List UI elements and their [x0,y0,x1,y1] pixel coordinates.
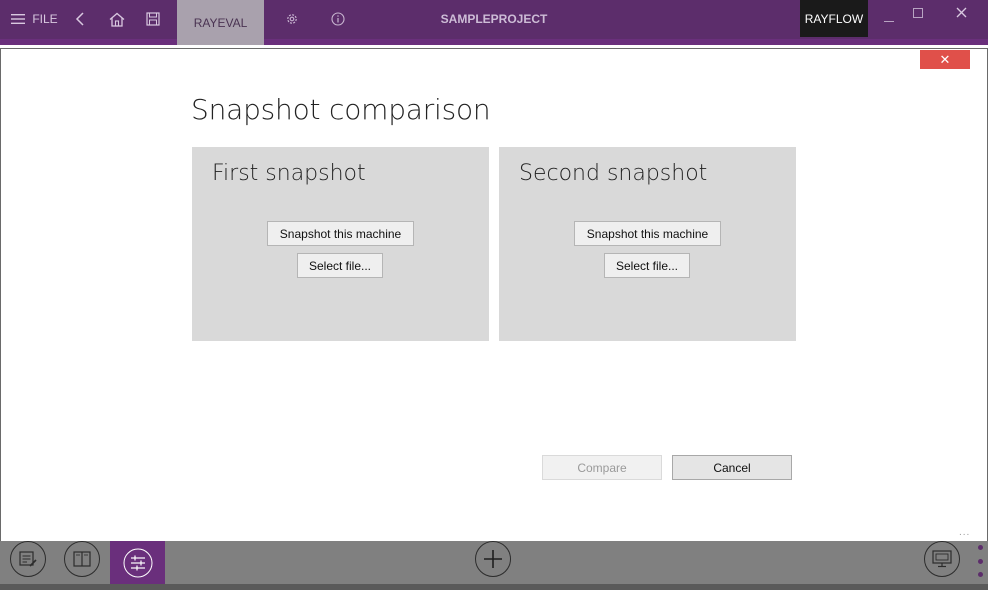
monitor-icon [932,550,952,568]
compare-icon [123,548,152,577]
save-button[interactable] [143,0,163,38]
menu-icon [11,14,25,24]
book-icon [73,551,91,567]
bottom-strip [0,584,988,590]
home-button[interactable] [106,0,128,38]
back-button[interactable] [70,0,90,38]
more-indicator: ... [959,527,971,538]
dot [977,545,983,550]
menu-button[interactable] [8,0,28,38]
info-icon [331,12,345,26]
second-snapshot-panel: Second snapshot Snapshot this machine Se… [499,147,796,341]
title-bar-underline [0,39,988,45]
snapshot-machine-button[interactable]: Snapshot this machine [574,221,721,246]
monitor-button[interactable] [924,541,960,577]
maximize-button[interactable] [908,0,928,26]
minimize-icon [884,21,894,22]
snapshot-comparison-dialog: ✕ Snapshot comparison First snapshot Sna… [0,48,988,542]
compare-tool-button[interactable] [110,541,165,584]
first-snapshot-panel: First snapshot Snapshot this machine Sel… [192,147,489,341]
close-icon [956,7,966,17]
settings-button[interactable] [282,0,302,38]
title-bar: FILE RAYEVAL SAMPLEPROJECT RAYFLOW [0,0,988,45]
project-title: SAMPLEPROJECT [440,12,548,26]
more-vert-icon[interactable] [975,545,985,577]
dialog-title: Snapshot comparison [191,93,491,126]
select-file-button[interactable]: Select file... [297,253,383,278]
add-button[interactable] [475,541,511,577]
maximize-icon [913,8,923,18]
tab-rayflow[interactable]: RAYFLOW [800,0,868,37]
compare-button[interactable]: Compare [542,455,662,480]
home-icon [109,12,125,27]
dialog-close-button[interactable]: ✕ [920,50,970,69]
save-icon [146,12,160,26]
tab-rayeval[interactable]: RAYEVAL [177,0,264,45]
minimize-button[interactable] [879,0,899,38]
add-icon [484,550,502,568]
file-menu[interactable]: FILE [32,0,58,38]
book-button[interactable] [64,541,100,577]
back-icon [75,12,84,26]
select-file-button[interactable]: Select file... [604,253,690,278]
panel-title: First snapshot [212,161,366,186]
cancel-button[interactable]: Cancel [672,455,792,480]
window-close-button[interactable] [948,0,974,24]
panel-title: Second snapshot [519,161,708,186]
snapshot-machine-button[interactable]: Snapshot this machine [267,221,414,246]
bottom-toolbar [0,541,988,590]
dot [977,572,983,577]
dot [977,558,983,564]
edit-button[interactable] [10,541,46,577]
gear-icon [287,14,297,24]
edit-icon [19,551,37,567]
info-button[interactable] [328,0,348,38]
